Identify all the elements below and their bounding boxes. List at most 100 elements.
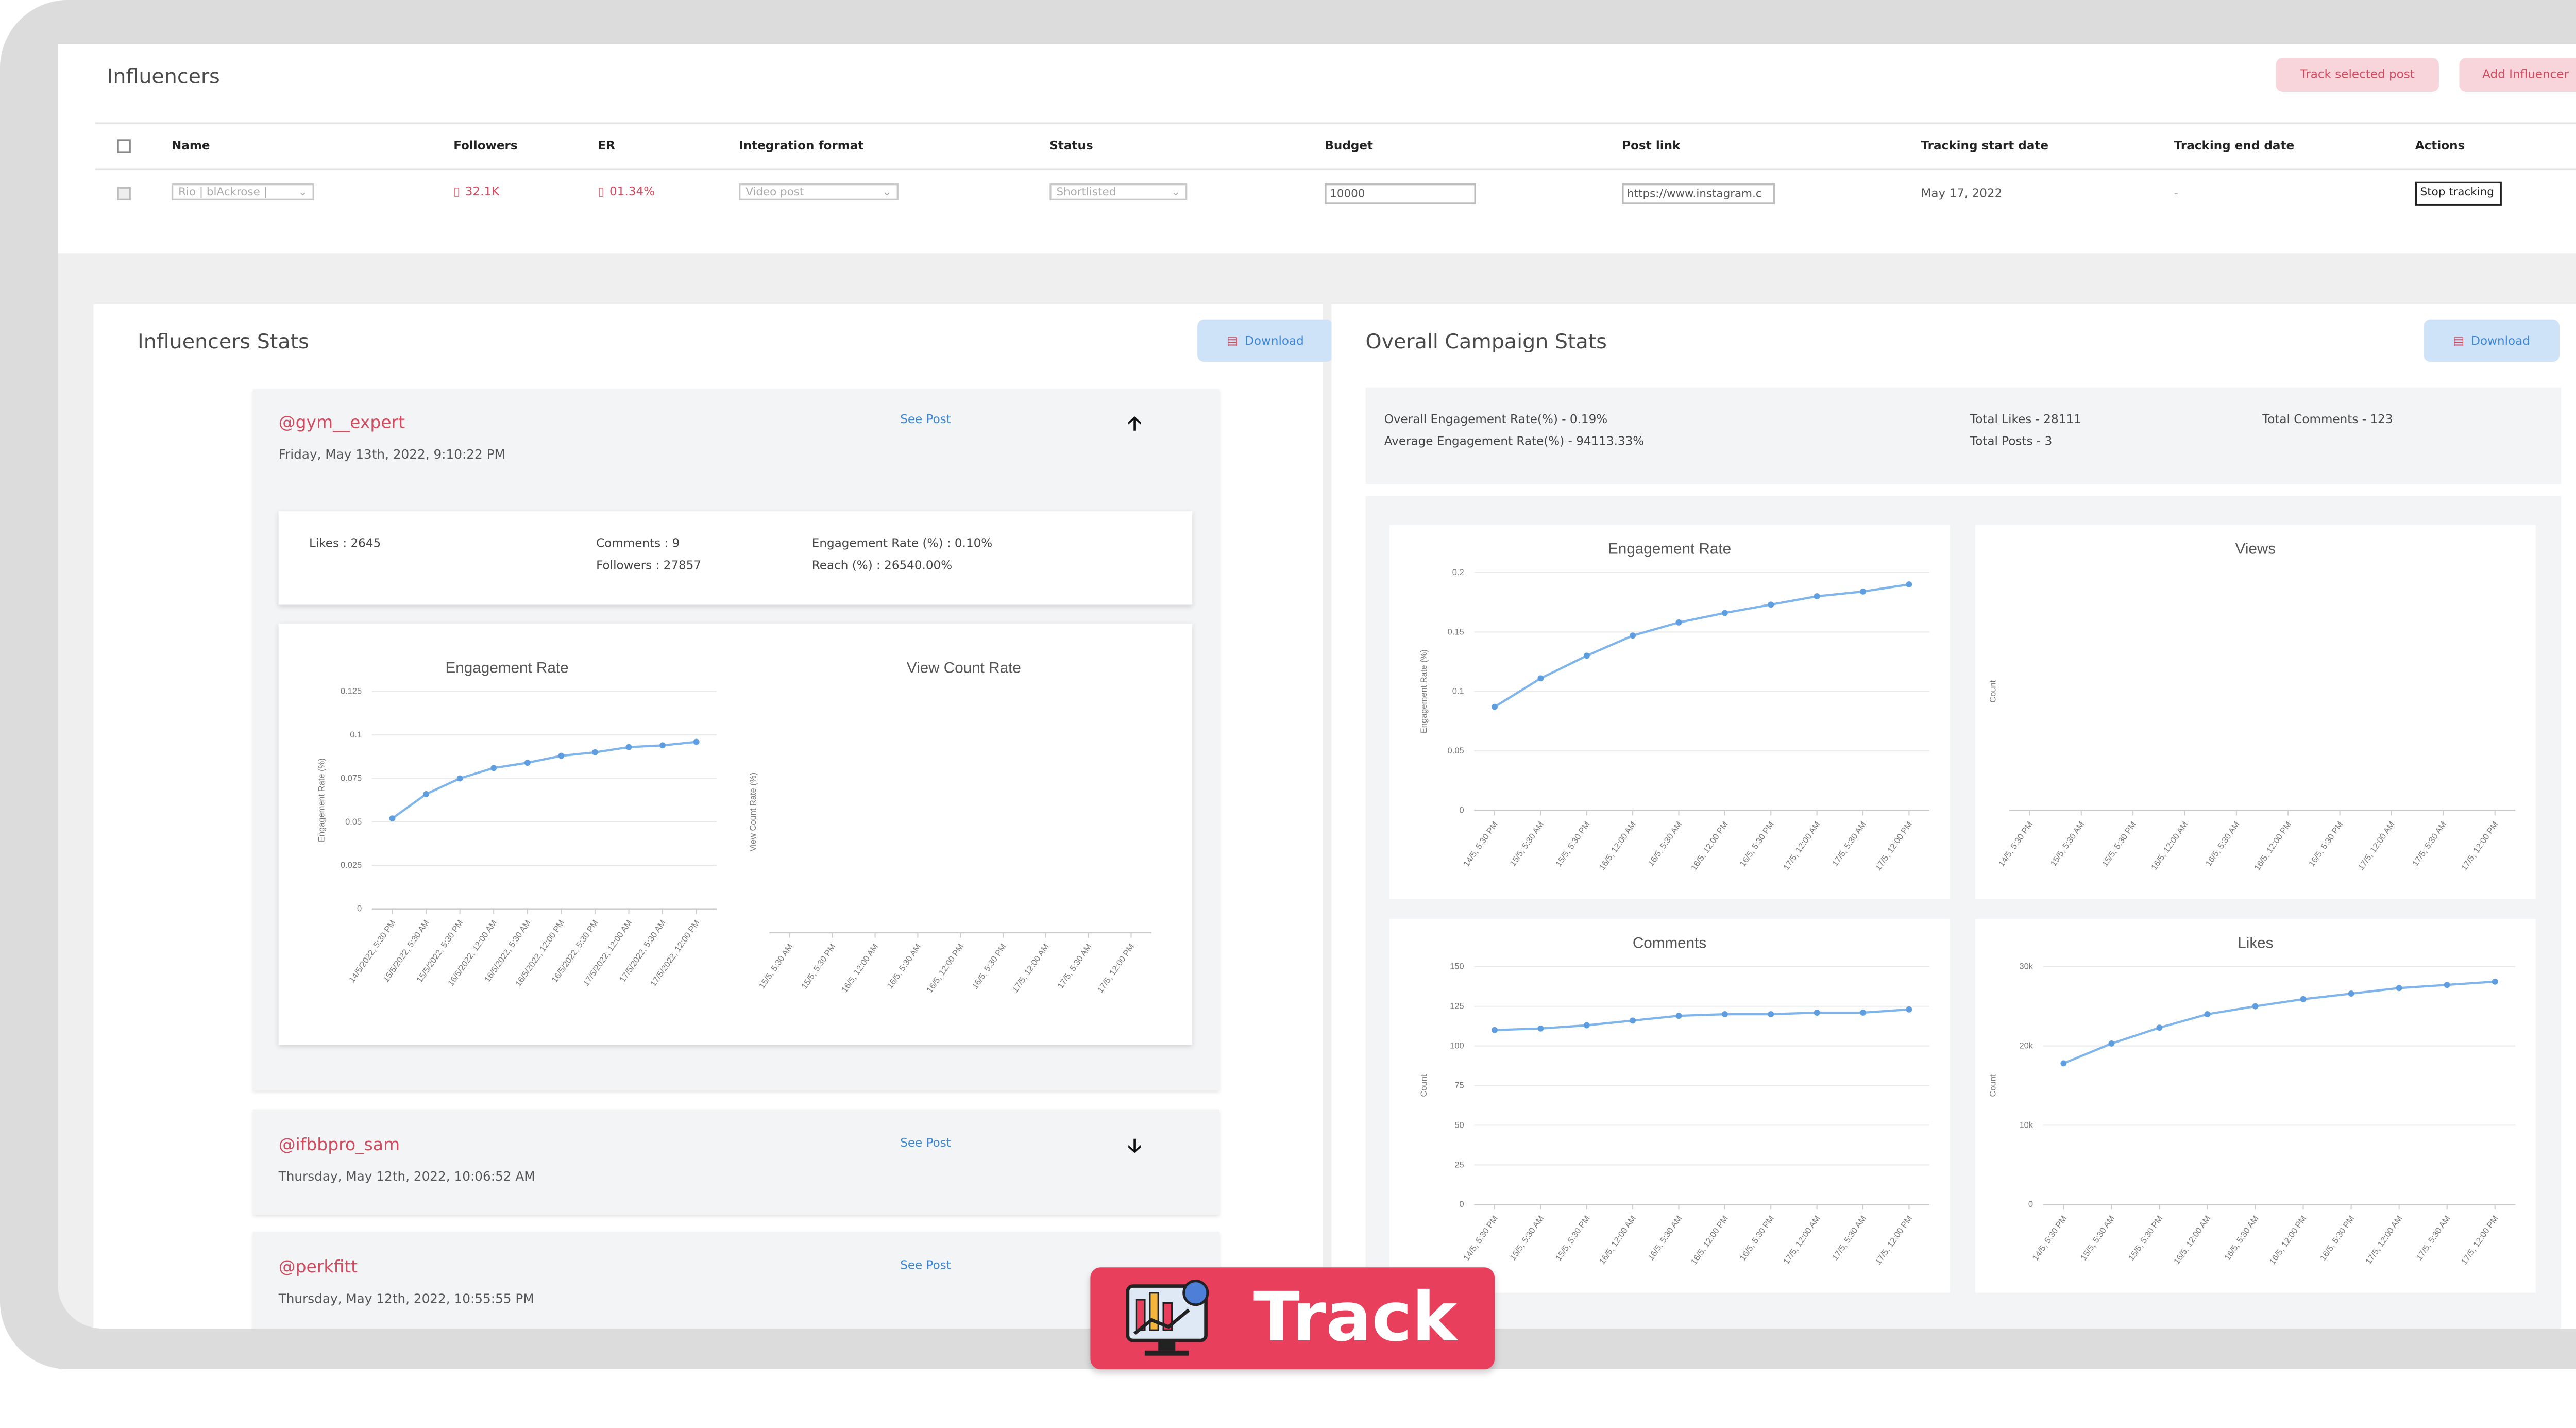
y-axis-label: Count bbox=[1989, 1074, 1998, 1097]
data-point bbox=[1583, 652, 1590, 659]
x-tick-label: 16/5, 12:00 AM bbox=[840, 942, 880, 994]
chevron-down-icon: ⌄ bbox=[882, 185, 892, 199]
x-tick-label: 15/5, 5:30 AM bbox=[1508, 820, 1546, 868]
x-tick-label: 15/5, 5:30 PM bbox=[2127, 1214, 2165, 1263]
chevron-down-icon: ⌄ bbox=[298, 185, 308, 199]
data-point bbox=[1721, 610, 1728, 616]
x-tick-label: 17/5, 12:00 AM bbox=[1782, 820, 1822, 872]
data-point bbox=[1721, 1011, 1728, 1018]
overall-download-button[interactable]: ▤ Download bbox=[2424, 319, 2560, 362]
y-axis-label: Count bbox=[1419, 1074, 1429, 1097]
er-text: 01.34% bbox=[609, 185, 655, 199]
overall-engagement-rate-chart: Engagement Rate Engagement Rate (%) 0 0.05 0… bbox=[1419, 541, 1929, 872]
see-post-link[interactable]: See Post bbox=[900, 413, 951, 426]
x-tick-label: 16/5, 12:00 PM bbox=[925, 942, 965, 995]
x-tick-label: 17/5, 12:00 AM bbox=[1782, 1214, 1822, 1266]
post-view-count-rate-chart: View Count Rate View Count Rate (%) 15/5, … bbox=[749, 659, 1152, 995]
x-tick-label: 16/5, 12:00 PM bbox=[1689, 820, 1730, 872]
arrow-up-icon[interactable]: 🡡 bbox=[1128, 409, 1141, 442]
chart-title: Views bbox=[2235, 541, 2276, 558]
row-checkbox[interactable] bbox=[117, 187, 131, 200]
influencer-handle[interactable]: @perkfitt bbox=[279, 1259, 358, 1278]
data-point bbox=[1537, 675, 1544, 682]
influencers-download-button[interactable]: ▤ Download bbox=[1197, 319, 1333, 362]
influencer-card-gym-expert: @gym__expert Friday, May 13th, 2022, 9:1… bbox=[253, 389, 1219, 1091]
data-point bbox=[423, 791, 430, 797]
overall-engagement-card: Engagement Rate Engagement Rate (%) 0 0.05 0… bbox=[1389, 525, 1950, 899]
influencers-title: Influencers bbox=[107, 64, 220, 89]
data-point bbox=[1630, 632, 1636, 639]
status-select[interactable]: Shortlisted ⌄ bbox=[1049, 183, 1188, 200]
data-point bbox=[558, 752, 565, 759]
table-divider-top bbox=[95, 122, 2576, 124]
data-point bbox=[1768, 1011, 1774, 1018]
select-all-checkbox[interactable] bbox=[117, 139, 131, 153]
x-tick-label: 15/5, 5:30 AM bbox=[2079, 1214, 2116, 1263]
series-line bbox=[1494, 1008, 1909, 1031]
pdf-icon: ▤ bbox=[2453, 333, 2465, 348]
x-tick-label: 16/5, 5:30 AM bbox=[2204, 820, 2242, 868]
influencers-stats-title: Influencers Stats bbox=[138, 329, 309, 354]
data-point bbox=[1814, 593, 1820, 600]
influencer-handle[interactable]: @gym__expert bbox=[279, 414, 405, 433]
influencers-panel: Influencers Track selected post Add Infl… bbox=[58, 44, 2576, 254]
y-tick-label: 0 bbox=[1459, 1200, 1464, 1209]
data-point bbox=[1814, 1010, 1820, 1016]
arrow-down-icon[interactable]: 🡣 bbox=[1128, 1132, 1141, 1164]
add-influencer-button[interactable]: Add Influencer bbox=[2459, 58, 2576, 92]
post-date: Thursday, May 12th, 2022, 10:55:55 PM bbox=[278, 1291, 534, 1307]
x-tick-label: 17/5, 12:00 PM bbox=[1096, 942, 1137, 995]
x-tick-label: 16/5, 5:30 PM bbox=[970, 942, 1008, 990]
stop-tracking-button[interactable]: Stop tracking bbox=[2415, 181, 2502, 206]
y-tick-label: 0.15 bbox=[1448, 627, 1464, 636]
data-point bbox=[591, 749, 598, 755]
x-tick-label: 16/5, 12:00 AM bbox=[1598, 820, 1638, 872]
data-point bbox=[2396, 985, 2402, 992]
tracking-start-value: May 17, 2022 bbox=[1921, 187, 2003, 200]
data-point bbox=[456, 775, 463, 782]
x-tick-label: 15/5, 5:30 PM bbox=[2100, 820, 2138, 868]
track-badge: Track bbox=[1090, 1267, 1495, 1370]
post-date: Thursday, May 12th, 2022, 10:06:52 AM bbox=[278, 1169, 535, 1184]
post-metrics-card: Likes : 2645 Comments : 9 Followers : 27… bbox=[278, 511, 1193, 605]
er-value: ▯ 01.34% bbox=[598, 185, 655, 198]
y-tick-label: 0 bbox=[357, 904, 362, 914]
x-tick-label: 15/5, 5:30 PM bbox=[1554, 1214, 1592, 1263]
name-select-value: Rio | blAckrose | bbox=[178, 185, 267, 199]
data-point bbox=[524, 760, 531, 766]
data-point bbox=[2204, 1011, 2211, 1018]
data-point bbox=[2060, 1060, 2067, 1067]
chart-title: Comments bbox=[1633, 935, 1706, 952]
x-tick-label: 17/5, 12:00 PM bbox=[2460, 820, 2500, 872]
x-tick-label: 17/5, 12:00 PM bbox=[1873, 820, 1914, 872]
x-tick-label: 14/5, 5:30 PM bbox=[1462, 1214, 1500, 1263]
data-point bbox=[1860, 588, 1866, 595]
document-icon: ▯ bbox=[453, 185, 460, 199]
y-tick-label: 25 bbox=[1454, 1160, 1464, 1169]
x-tick-label: 15/5, 5:30 AM bbox=[2049, 820, 2087, 868]
influencer-handle[interactable]: @ifbbpro_sam bbox=[279, 1136, 400, 1155]
document-icon: ▯ bbox=[598, 185, 605, 199]
overall-er-text: Overall Engagement Rate(%) - 0.19% bbox=[1384, 413, 1608, 427]
overall-campaign-panel: Overall Campaign Stats ▤ Download Overall… bbox=[1331, 304, 2576, 1329]
name-select[interactable]: Rio | blAckrose | ⌄ bbox=[171, 183, 314, 200]
series-line bbox=[2063, 980, 2495, 1065]
data-point bbox=[1630, 1017, 1636, 1024]
y-tick-label: 30k bbox=[2019, 962, 2033, 971]
post-link-input[interactable]: https://www.instagram.c bbox=[1622, 183, 1775, 204]
data-point bbox=[2444, 982, 2450, 988]
avg-er-text: Average Engagement Rate(%) - 94113.33% bbox=[1384, 434, 1645, 449]
integration-format-select[interactable]: Video post ⌄ bbox=[739, 183, 899, 200]
see-post-link[interactable]: See Post bbox=[900, 1259, 951, 1272]
see-post-link[interactable]: See Post bbox=[900, 1136, 951, 1150]
y-axis-label: Engagement Rate (%) bbox=[317, 758, 327, 842]
followers-text: 32.1K bbox=[465, 185, 500, 199]
overall-likes-card: Likes Count 0 10k 20k 30k 14/5, 5:30 PM 15/5, 5… bbox=[1975, 919, 2536, 1293]
overall-comments-card: Comments Count 0 25 50 75 100 125 150 14/5, 5:30 … bbox=[1389, 919, 1950, 1293]
track-selected-post-button[interactable]: Track selected post bbox=[2276, 58, 2439, 92]
data-point bbox=[693, 738, 700, 745]
data-point bbox=[1906, 581, 1912, 587]
x-tick-label: 15/5, 5:30 PM bbox=[800, 942, 838, 990]
budget-input[interactable]: 10000 bbox=[1325, 183, 1476, 204]
y-tick-label: 20k bbox=[2019, 1041, 2033, 1051]
